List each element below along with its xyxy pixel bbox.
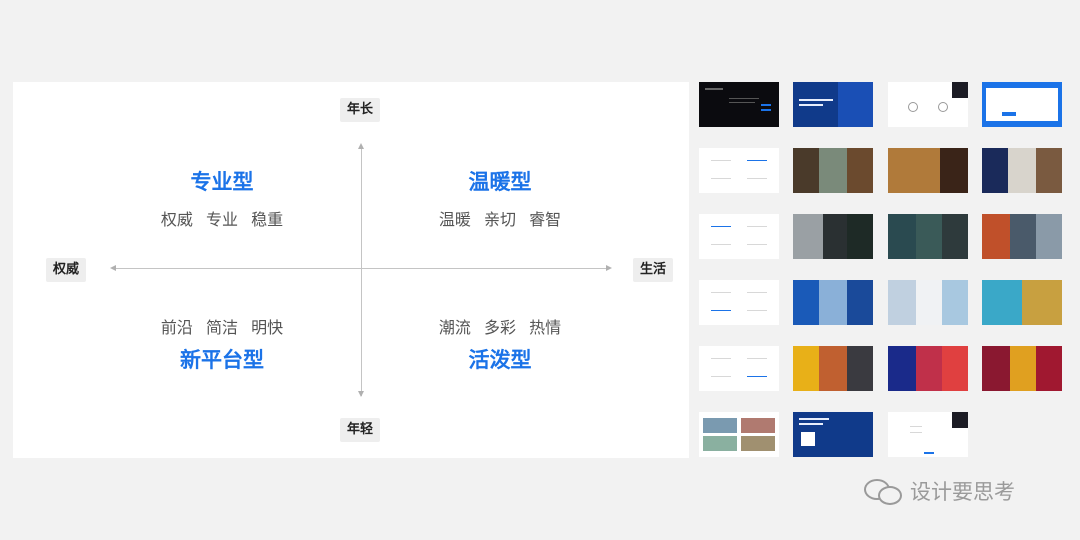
slide-thumbnail[interactable] (982, 280, 1062, 325)
slide-thumbnail[interactable] (793, 280, 873, 325)
quadrant-title-top-right: 温暖型 (468, 170, 532, 194)
slide-thumbnail[interactable] (793, 148, 873, 193)
quadrant-keywords-bottom-left: 前沿 简洁 明快 (160, 318, 284, 337)
slide-thumbnail[interactable] (699, 412, 779, 457)
slide-thumbnail[interactable] (699, 280, 779, 325)
slide-thumbnail[interactable] (793, 412, 873, 457)
slide-thumbnail[interactable] (699, 214, 779, 259)
slide-thumbnail[interactable] (982, 346, 1062, 391)
watermark: 设计要思考 (864, 476, 1015, 506)
axis-label-left: 权威 (46, 258, 87, 282)
slide-thumbnail[interactable] (699, 346, 779, 391)
quadrant-title-bottom-right: 活泼型 (468, 348, 532, 372)
axis-label-top: 年长 (340, 98, 381, 122)
watermark-text: 设计要思考 (910, 480, 1015, 504)
slide-thumbnail[interactable] (793, 214, 873, 259)
quadrant-title-top-left: 专业型 (190, 170, 254, 194)
quadrant-keywords-bottom-right: 潮流 多彩 热情 (438, 318, 562, 337)
arrow-down-icon (358, 391, 364, 397)
quadrant-title-bottom-left: 新平台型 (180, 348, 264, 372)
arrow-left-icon (110, 265, 116, 271)
arrow-right-icon (606, 265, 612, 271)
slide-thumbnail[interactable] (699, 82, 779, 127)
slide-thumbnail[interactable] (793, 82, 873, 127)
slide-thumbnail[interactable] (888, 82, 968, 127)
slide-thumbnail[interactable] (699, 148, 779, 193)
axis-label-right: 生活 (633, 258, 674, 282)
slide-thumbnail[interactable] (982, 148, 1062, 193)
slide-thumbnail[interactable] (982, 214, 1062, 259)
slide-thumbnail[interactable] (888, 148, 968, 193)
slide-thumbnail[interactable] (793, 346, 873, 391)
vertical-axis (361, 146, 362, 396)
wechat-icon (864, 477, 904, 505)
axis-label-bottom: 年轻 (340, 418, 381, 442)
quadrant-keywords-top-right: 温暖 亲切 睿智 (438, 210, 562, 229)
slide-thumbnail[interactable] (888, 412, 968, 457)
arrow-up-icon (358, 143, 364, 149)
quadrant-keywords-top-left: 权威 专业 稳重 (160, 210, 284, 229)
slide-thumbnail[interactable] (888, 346, 968, 391)
slide-thumbnail[interactable] (888, 280, 968, 325)
positioning-matrix-slide: 年长 年轻 权威 生活 专业型 权威 专业 稳重 温暖型 温暖 亲切 睿智 前沿… (13, 82, 689, 458)
slide-thumbnail[interactable] (888, 214, 968, 259)
slide-thumbnail[interactable] (982, 82, 1062, 127)
